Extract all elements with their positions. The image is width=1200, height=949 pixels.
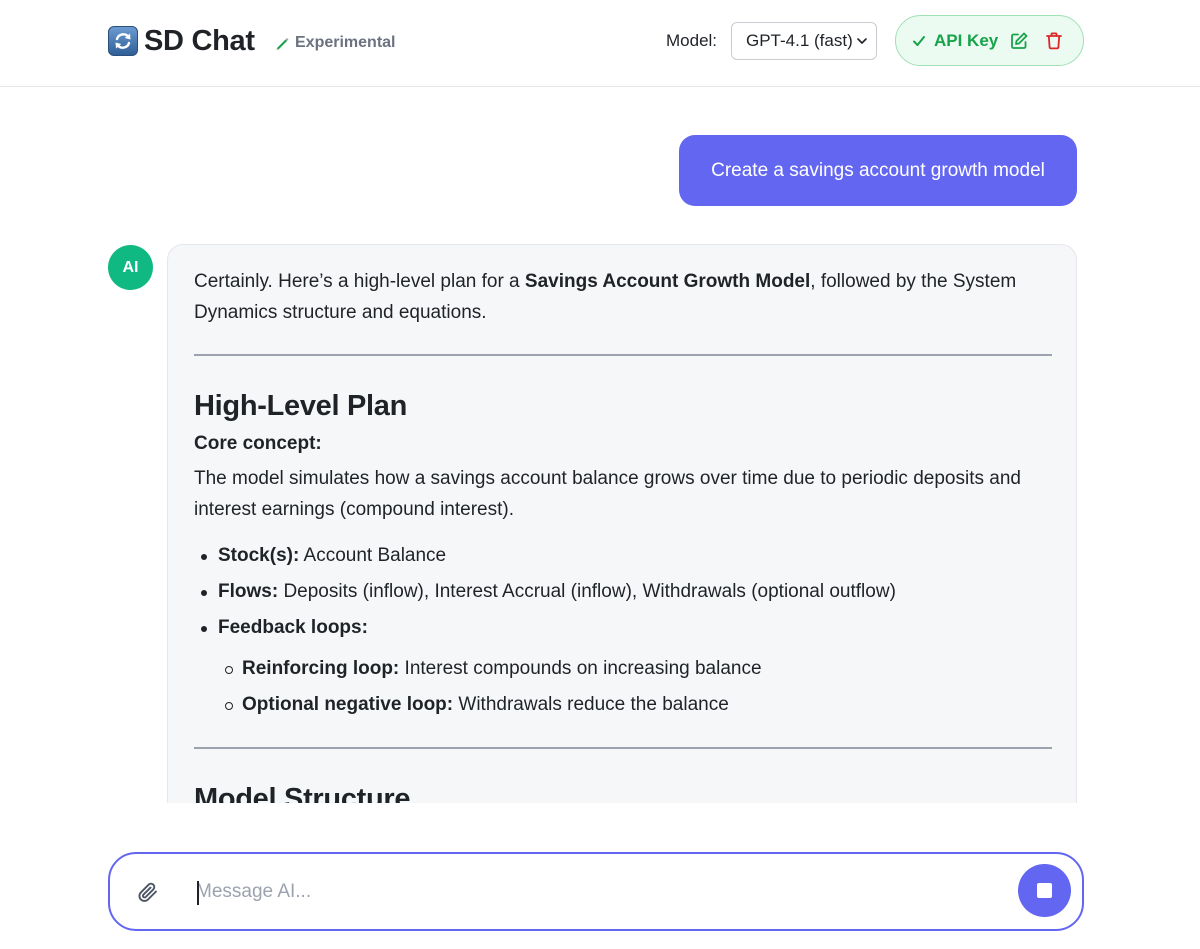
- chevron-down-icon: [857, 38, 867, 44]
- sub-bullet-text: Withdrawals reduce the balance: [453, 694, 729, 715]
- sub-bullet-label: Reinforcing loop:: [242, 658, 400, 679]
- api-key-label: API Key: [934, 30, 999, 50]
- sub-bullet-text: Interest compounds on increasing balance: [399, 658, 762, 679]
- divider: [194, 354, 1052, 356]
- core-concept-text: The model simulates how a savings accoun…: [194, 468, 1021, 520]
- bullet-label: Feedback loops:: [218, 617, 368, 638]
- bullet-label: Stock(s):: [218, 545, 300, 566]
- brand: SD Chat: [108, 22, 255, 60]
- check-icon: [913, 35, 925, 46]
- message-composer: [108, 852, 1084, 931]
- ai-avatar: AI: [108, 245, 153, 290]
- experimental-label: Experimental: [295, 34, 396, 51]
- list-item: Feedback loops:: [194, 610, 1054, 646]
- bullet-list: Stock(s): Account Balance Flows: Deposit…: [194, 538, 1054, 723]
- ai-message: Certainly. Here’s a high-level plan for …: [167, 244, 1077, 803]
- ai-intro: Certainly. Here’s a high-level plan for …: [194, 266, 1064, 328]
- trash-icon[interactable]: [1044, 31, 1064, 56]
- model-select[interactable]: GPT-4.1 (fast): [731, 22, 877, 60]
- section-heading-plan: High-Level Plan: [194, 390, 408, 422]
- stop-button[interactable]: [1018, 864, 1071, 917]
- ai-avatar-label: AI: [122, 258, 139, 276]
- intro-bold: Savings Account Growth Model: [524, 271, 811, 292]
- bullet-text: Deposits (inflow), Interest Accrual (inf…: [278, 581, 896, 602]
- edit-icon[interactable]: [1009, 31, 1029, 56]
- paperclip-icon[interactable]: [136, 880, 160, 909]
- user-message-text: Create a savings account growth model: [711, 159, 1045, 181]
- bullet-label: Flows:: [218, 581, 279, 602]
- experimental-badge: Experimental: [274, 34, 395, 52]
- user-message: Create a savings account growth model: [679, 135, 1077, 206]
- bullet-text: Account Balance: [299, 545, 447, 566]
- api-key-status: API Key: [895, 15, 1084, 66]
- list-item: Flows: Deposits (inflow), Interest Accru…: [194, 574, 1054, 610]
- top-header: SD Chat Experimental Model: GPT-4.1 (fas…: [0, 0, 1200, 87]
- sub-list-item: Reinforcing loop: Interest compounds on …: [194, 651, 1054, 687]
- intro-text-before: Certainly. Here’s a high-level plan for …: [194, 271, 525, 292]
- core-concept-label: Core concept:: [194, 433, 322, 454]
- model-selected-value: GPT-4.1 (fast): [746, 31, 853, 50]
- chat-area[interactable]: Create a savings account growth model AI…: [0, 88, 1200, 803]
- list-item: Stock(s): Account Balance: [194, 538, 1054, 574]
- divider: [194, 747, 1052, 749]
- sub-bullet-label: Optional negative loop:: [242, 694, 454, 715]
- pencil-icon: [276, 38, 289, 50]
- message-input[interactable]: [196, 874, 996, 910]
- text-caret: [197, 881, 199, 905]
- app-title: SD Chat: [144, 24, 255, 57]
- refresh-logo-icon: [108, 26, 138, 56]
- stop-icon: [1037, 883, 1052, 898]
- section-heading-structure: Model Structure: [194, 783, 411, 803]
- model-label: Model:: [666, 31, 718, 50]
- sub-list-item: Optional negative loop: Withdrawals redu…: [194, 687, 1054, 723]
